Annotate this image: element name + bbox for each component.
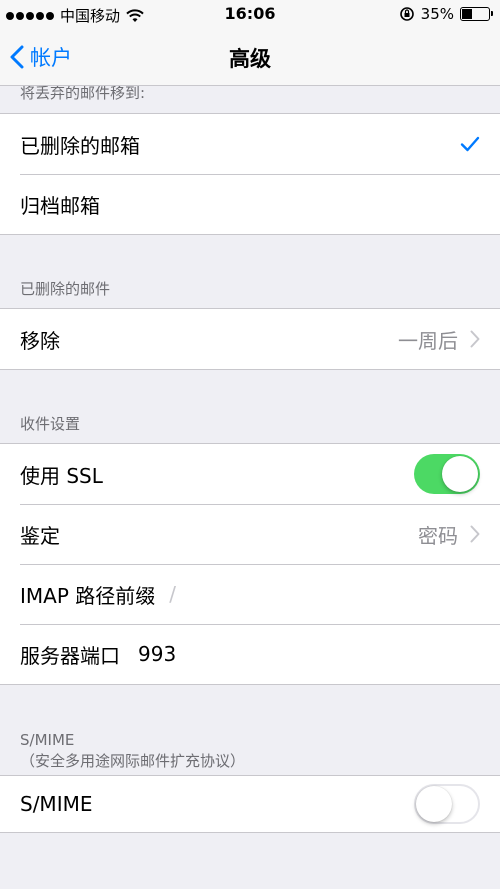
page-title: 高级 bbox=[229, 47, 271, 71]
imap-prefix-input[interactable]: / bbox=[169, 582, 176, 606]
auth-value-wrap: 密码 bbox=[418, 520, 480, 549]
smime-header-subtitle: （安全多用途网际邮件扩充协议） bbox=[20, 752, 246, 770]
server-port-label: 服务器端口 bbox=[20, 643, 120, 668]
incoming-group: 使用 SSL 鉴定 密码 IMAP 路径前缀 / 服务器端口 993 bbox=[0, 443, 500, 685]
checkmark-icon bbox=[460, 136, 480, 152]
server-port-input[interactable]: 993 bbox=[138, 642, 176, 666]
move-discarded-group: 已删除的邮箱 归档邮箱 bbox=[0, 113, 500, 235]
auth-label: 鉴定 bbox=[20, 523, 60, 548]
ssl-row: 使用 SSL bbox=[0, 444, 500, 504]
auth-row[interactable]: 鉴定 密码 bbox=[0, 504, 500, 564]
remove-value-wrap: 一周后 bbox=[398, 325, 480, 354]
mailbox-option-deleted[interactable]: 已删除的邮箱 bbox=[0, 114, 500, 174]
ssl-toggle[interactable] bbox=[414, 454, 480, 494]
rotation-lock-icon bbox=[399, 7, 414, 21]
nav-bar: 帐户 高级 bbox=[0, 30, 500, 86]
imap-prefix-row[interactable]: IMAP 路径前缀 / bbox=[0, 564, 500, 624]
auth-value: 密码 bbox=[418, 523, 458, 548]
ssl-label: 使用 SSL bbox=[20, 463, 103, 488]
smime-row: S/MIME bbox=[0, 776, 500, 832]
toggle-knob bbox=[442, 456, 478, 492]
status-right: 35% bbox=[399, 5, 493, 23]
battery-icon bbox=[460, 7, 493, 21]
settings-content: 将丢弃的邮件移到: 已删除的邮箱 归档邮箱 已删除的邮件 移除 一周后 收件设置 bbox=[0, 86, 500, 833]
smime-label: S/MIME bbox=[20, 792, 93, 816]
remove-label: 移除 bbox=[20, 328, 60, 353]
toggle-knob bbox=[416, 786, 452, 822]
option-label: 归档邮箱 bbox=[20, 193, 100, 218]
server-port-row[interactable]: 服务器端口 993 bbox=[0, 624, 500, 684]
section-header-incoming: 收件设置 bbox=[20, 415, 81, 433]
remove-row[interactable]: 移除 一周后 bbox=[0, 309, 500, 369]
option-label: 已删除的邮箱 bbox=[20, 133, 140, 158]
smime-group: S/MIME bbox=[0, 775, 500, 833]
section-header-smime: S/MIME （安全多用途网际邮件扩充协议） bbox=[0, 685, 500, 770]
battery-fill bbox=[462, 9, 472, 19]
status-bar: 中国移动 16:06 35% bbox=[0, 0, 500, 30]
section-header-move-discarded: 将丢弃的邮件移到: bbox=[20, 86, 146, 102]
deleted-mail-group: 移除 一周后 bbox=[0, 308, 500, 370]
smime-toggle[interactable] bbox=[414, 784, 480, 824]
mailbox-option-archive[interactable]: 归档邮箱 bbox=[0, 174, 500, 234]
imap-prefix-label: IMAP 路径前缀 bbox=[20, 583, 156, 608]
chevron-right-icon bbox=[470, 525, 480, 543]
chevron-right-icon bbox=[470, 330, 480, 348]
battery-percent: 35% bbox=[420, 5, 454, 23]
smime-header-title: S/MIME bbox=[20, 731, 75, 749]
remove-value: 一周后 bbox=[398, 328, 458, 353]
section-header-deleted-mail: 已删除的邮件 bbox=[20, 280, 111, 298]
